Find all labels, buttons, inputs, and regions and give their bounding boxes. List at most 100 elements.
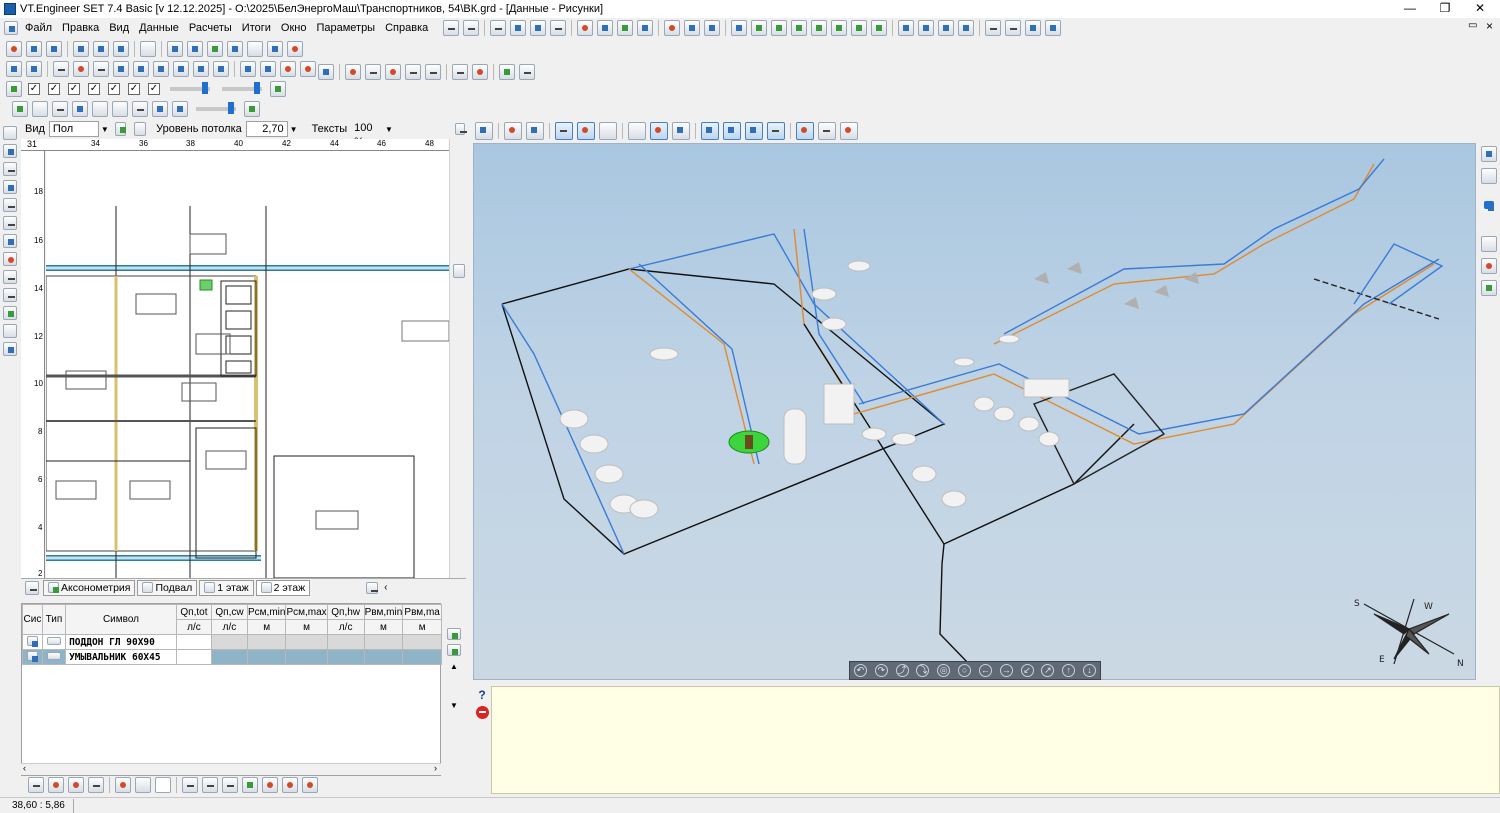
table-cell[interactable] — [402, 649, 442, 665]
building-icon[interactable] — [577, 122, 595, 140]
pan-down-left-button[interactable]: ↙ — [1020, 664, 1034, 677]
col-header-symbol[interactable]: Символ — [65, 604, 177, 635]
preview-icon[interactable] — [3, 180, 17, 194]
stop-icon[interactable] — [475, 706, 489, 719]
tilt-down-button[interactable]: ⤵ — [916, 664, 930, 677]
col-header-q-tot[interactable]: Qп,tot — [175, 604, 212, 620]
print-3d-icon[interactable] — [1480, 236, 1497, 252]
inner-restore-button[interactable]: ▭ — [1468, 20, 1477, 31]
align-middle-icon[interactable] — [811, 20, 828, 36]
menu-help[interactable]: Справка — [380, 22, 433, 34]
database-icon[interactable] — [3, 234, 17, 248]
align-left-icon[interactable] — [731, 20, 748, 36]
layer-checkbox-1[interactable]: ✓ — [28, 83, 40, 95]
print-preview-icon[interactable] — [3, 198, 17, 212]
menu-results[interactable]: Итоги — [237, 22, 276, 34]
vertical-slider-thumb[interactable] — [1483, 201, 1494, 211]
layer-checkbox-2[interactable]: ✓ — [48, 83, 60, 95]
align-top-icon[interactable] — [791, 20, 808, 36]
calculator-icon[interactable] — [3, 342, 17, 356]
fixture-symbol[interactable]: ПОДДОН ГЛ 90X90 — [65, 634, 177, 650]
check-icon[interactable] — [3, 306, 17, 320]
menu-data[interactable]: Данные — [134, 22, 184, 34]
pan-hand-icon[interactable] — [93, 61, 109, 77]
chevron-down-icon[interactable]: ▼ — [101, 125, 109, 134]
tabs-scroll-left-icon[interactable]: ‹ — [384, 582, 387, 593]
document-icon[interactable] — [135, 777, 151, 793]
menu-window[interactable]: Окно — [276, 22, 312, 34]
atom-icon[interactable] — [796, 122, 814, 140]
fit-view-icon[interactable] — [318, 64, 334, 80]
edit-icon[interactable] — [26, 61, 42, 77]
dimension-icon[interactable] — [280, 61, 296, 77]
layers-toggle-icon[interactable] — [6, 81, 22, 97]
tab-basement[interactable]: Подвал — [137, 579, 198, 596]
table-cell[interactable] — [175, 649, 212, 665]
tabs-dropdown-icon[interactable] — [366, 581, 379, 594]
layers-panel-icon[interactable] — [1480, 168, 1497, 184]
plumbing-icon[interactable] — [222, 777, 238, 793]
col-header-type[interactable]: Тип — [41, 604, 67, 635]
menu-edit[interactable]: Правка — [57, 22, 104, 34]
table-icon[interactable] — [247, 41, 263, 57]
network-node-icon[interactable] — [115, 777, 131, 793]
zoom-3d-icon[interactable] — [526, 122, 544, 140]
snap-icon[interactable] — [577, 20, 594, 36]
refresh-icon[interactable] — [114, 122, 127, 136]
align-center-icon[interactable] — [751, 20, 768, 36]
tilt-up-button[interactable]: ⤴ — [895, 664, 909, 677]
level-icon[interactable] — [260, 61, 276, 77]
scroll-right-icon[interactable]: › — [434, 763, 437, 773]
layers-icon[interactable] — [617, 20, 634, 36]
table-row[interactable]: УМЫВАЛЬНИК 60X45 — [22, 649, 442, 665]
window-icon[interactable] — [187, 41, 203, 57]
layer-checkbox-6[interactable]: ✓ — [128, 83, 140, 95]
table-cell[interactable] — [210, 634, 249, 650]
col-header-p-hw-min[interactable]: Pвм,min — [363, 604, 404, 620]
room-icon[interactable] — [52, 101, 68, 117]
distribute-v-icon[interactable] — [871, 20, 888, 36]
scroll-thumb[interactable] — [453, 264, 465, 278]
tab-axonometry[interactable]: Аксонометрия — [43, 579, 136, 596]
water-icon[interactable] — [672, 122, 690, 140]
redo-icon[interactable] — [463, 20, 480, 36]
col-header-system[interactable]: Сис — [22, 604, 43, 635]
building-outline-icon[interactable] — [599, 122, 617, 140]
valve-tool-icon[interactable] — [242, 777, 258, 793]
minimize-button[interactable]: — — [1393, 0, 1427, 18]
zoom-out-icon[interactable] — [133, 61, 149, 77]
list-icon[interactable] — [452, 64, 468, 80]
group-icon[interactable] — [88, 777, 104, 793]
rotate-icon[interactable] — [684, 20, 701, 36]
lock-icon[interactable] — [134, 122, 147, 136]
pencil-icon[interactable] — [73, 61, 89, 77]
catalog-icon[interactable] — [3, 252, 17, 266]
layer-checkbox-3[interactable]: ✓ — [68, 83, 80, 95]
spec-icon[interactable] — [472, 64, 488, 80]
compare-icon[interactable] — [46, 41, 62, 57]
open-icon[interactable] — [3, 144, 17, 158]
3d-window-icon[interactable] — [475, 122, 493, 140]
copy-icon[interactable] — [510, 20, 527, 36]
fixture-set-icon[interactable] — [202, 777, 218, 793]
cube-icon[interactable] — [628, 122, 646, 140]
stairs-icon[interactable] — [132, 101, 148, 117]
align-right-icon[interactable] — [771, 20, 788, 36]
paste-icon[interactable] — [530, 20, 547, 36]
scroll-up-icon[interactable]: ▲ — [450, 662, 458, 671]
align-bottom-icon[interactable] — [831, 20, 848, 36]
save-icon[interactable] — [3, 162, 17, 176]
pan-up-right-button[interactable]: ↗ — [1041, 664, 1055, 677]
table-cell[interactable] — [246, 649, 287, 665]
orbit-left-button[interactable]: ↶ — [853, 664, 867, 677]
print-icon[interactable] — [3, 216, 17, 230]
ceiling-level-input[interactable]: 2,70 — [245, 121, 288, 137]
table-cell[interactable] — [326, 649, 365, 665]
insert-row-icon[interactable] — [447, 644, 461, 656]
col-header-q-cw[interactable]: Qп,cw — [210, 604, 249, 620]
move-icon[interactable] — [704, 20, 721, 36]
small-box-icon[interactable] — [112, 101, 128, 117]
rows-icon[interactable] — [93, 41, 109, 57]
table-cell[interactable] — [285, 649, 328, 665]
tab-floor-2[interactable]: 2 этаж — [255, 579, 311, 596]
